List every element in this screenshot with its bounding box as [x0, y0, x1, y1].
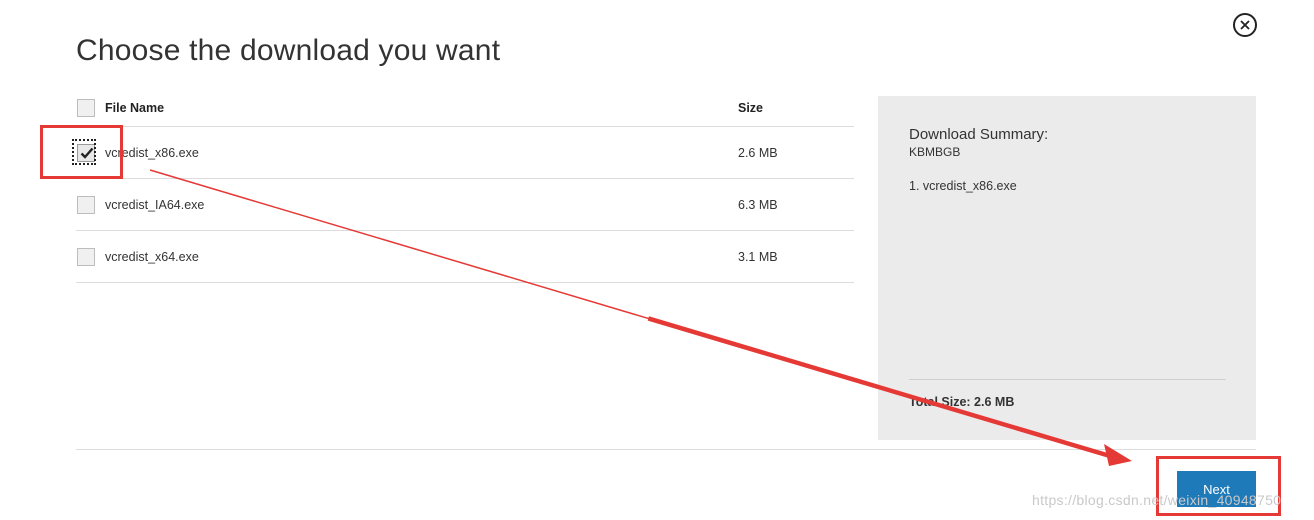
table-row[interactable]: vcredist_x86.exe 2.6 MB: [72, 127, 854, 179]
next-button[interactable]: Next: [1177, 471, 1256, 507]
file-name: vcredist_x64.exe: [105, 249, 199, 264]
file-checkbox-vcredist-x64[interactable]: [77, 247, 95, 266]
summary-size-units: KBMBGB: [909, 145, 961, 159]
file-checkbox-vcredist-ia64[interactable]: [77, 195, 95, 214]
summary-title: Download Summary:: [909, 126, 1049, 143]
table-row[interactable]: vcredist_x64.exe 3.1 MB: [76, 231, 854, 283]
file-name: vcredist_x86.exe: [105, 145, 199, 160]
column-header-file-name: File Name: [105, 101, 165, 115]
download-summary-panel: Download Summary: KBMBGB 1. vcredist_x86…: [878, 96, 1256, 440]
summary-divider: [909, 379, 1226, 380]
file-size: 2.6 MB: [738, 145, 778, 160]
table-row[interactable]: vcredist_IA64.exe 6.3 MB: [76, 179, 854, 231]
column-header-size: Size: [738, 101, 764, 115]
total-size: Total Size: 2.6 MB: [909, 395, 1015, 409]
checkmark-icon: [80, 147, 94, 159]
file-size: 3.1 MB: [738, 249, 778, 264]
footer-divider: [76, 449, 1256, 450]
file-checkbox-vcredist-x86[interactable]: [77, 143, 95, 162]
file-size: 6.3 MB: [738, 197, 778, 212]
file-table: File Name Size vcredist_x86.exe 2.6 MB v…: [72, 90, 854, 283]
select-all-checkbox[interactable]: [77, 99, 95, 117]
close-icon: [1240, 20, 1250, 30]
table-header: File Name Size: [76, 90, 854, 127]
file-name: vcredist_IA64.exe: [105, 197, 205, 212]
summary-item: 1. vcredist_x86.exe: [909, 179, 1017, 193]
close-button[interactable]: [1233, 13, 1257, 37]
page-title: Choose the download you want: [76, 34, 501, 67]
